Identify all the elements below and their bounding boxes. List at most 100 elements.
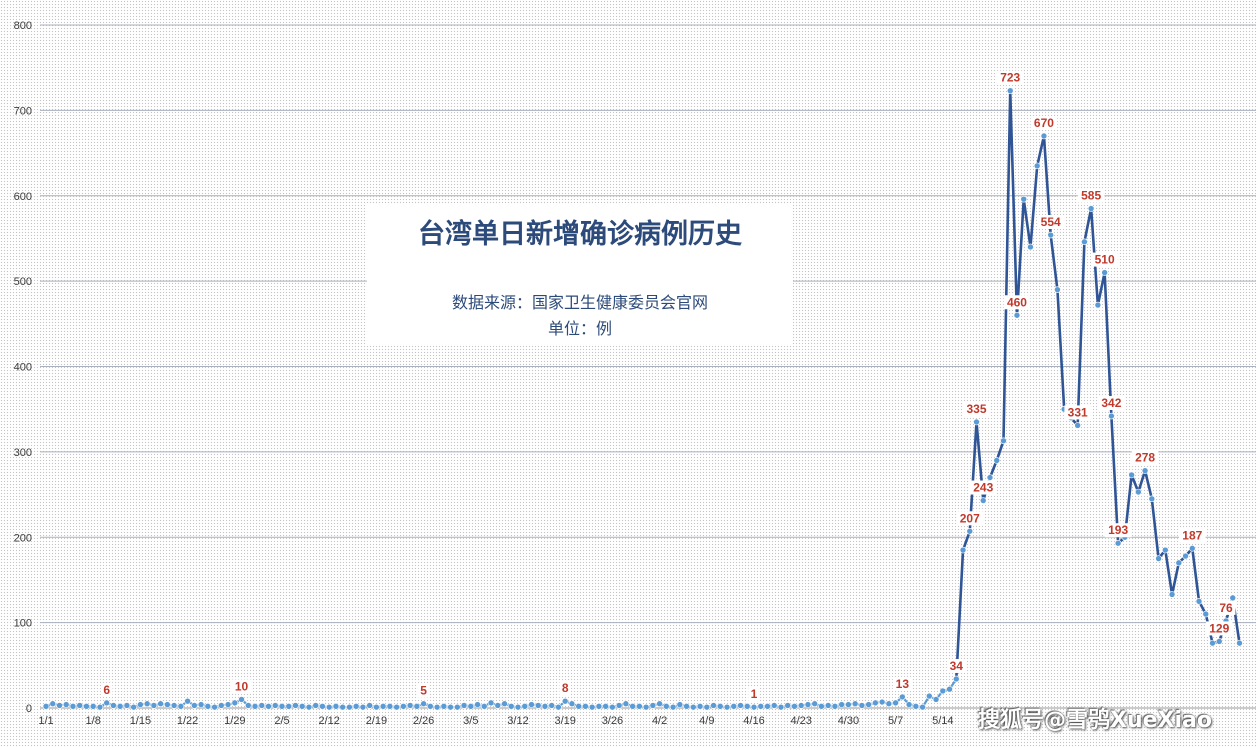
data-point <box>150 702 158 709</box>
x-tick-label: 3/26 <box>602 715 623 727</box>
data-point <box>663 702 670 710</box>
data-label: 76 <box>1219 601 1233 615</box>
data-point <box>561 697 569 705</box>
data-point <box>642 703 650 711</box>
x-tick-label: 3/12 <box>507 715 528 727</box>
data-point <box>966 527 974 535</box>
data-point <box>892 699 899 707</box>
data-point <box>1101 269 1108 276</box>
data-label: 460 <box>1007 295 1027 309</box>
data-point <box>629 702 636 710</box>
data-point <box>555 703 562 711</box>
data-point <box>1128 471 1135 479</box>
data-point <box>919 703 926 711</box>
data-point <box>1135 488 1142 496</box>
x-tick-label: 4/16 <box>743 715 764 727</box>
data-point <box>177 702 185 710</box>
data-point <box>83 702 90 710</box>
data-point <box>582 702 589 710</box>
x-tick-label: 2/19 <box>366 715 387 727</box>
data-point <box>514 703 522 711</box>
data-point <box>1182 552 1189 560</box>
data-point <box>1202 610 1210 618</box>
data-point <box>1236 639 1243 647</box>
data-point <box>1148 495 1156 503</box>
data-label: 187 <box>1182 528 1202 542</box>
x-tick-label: 5/14 <box>932 715 953 727</box>
data-point <box>191 702 198 709</box>
x-tick-label: 5/7 <box>888 715 903 727</box>
data-point <box>622 700 630 708</box>
data-point <box>636 702 643 710</box>
data-point <box>204 702 212 710</box>
data-point <box>1033 162 1041 170</box>
watermark: 搜狐号@雪鸮XueXiao <box>978 708 1213 733</box>
data-point <box>1094 301 1102 309</box>
data-point <box>197 701 205 708</box>
data-point <box>1006 87 1014 95</box>
data-point <box>211 703 218 711</box>
data-point <box>541 702 549 710</box>
data-point <box>1027 243 1034 251</box>
data-label: 670 <box>1034 116 1054 130</box>
data-point <box>110 702 117 709</box>
data-point <box>939 687 947 695</box>
x-tick-label: 4/30 <box>838 715 859 727</box>
x-tick-label: 1/1 <box>38 715 53 727</box>
data-label: 585 <box>1081 189 1101 203</box>
data-point <box>993 457 1001 464</box>
data-point <box>1081 238 1088 246</box>
data-point <box>332 702 340 710</box>
y-tick-label: 0 <box>26 703 32 715</box>
data-point <box>56 702 63 709</box>
data-point <box>656 700 663 708</box>
data-point <box>143 700 151 708</box>
y-tick-label: 400 <box>14 362 32 374</box>
y-tick-label: 500 <box>14 276 32 288</box>
data-point <box>467 702 475 710</box>
data-point <box>386 702 394 710</box>
data-point <box>366 702 373 709</box>
data-point <box>89 702 97 710</box>
y-tick-label: 100 <box>14 618 32 630</box>
data-point <box>1114 539 1122 547</box>
data-label: 34 <box>950 659 964 673</box>
data-point <box>791 702 798 710</box>
data-point <box>49 700 57 708</box>
data-point <box>62 701 70 708</box>
data-point <box>433 703 441 711</box>
data-point <box>285 702 293 710</box>
data-point <box>1155 555 1162 562</box>
x-tick-label: 2/5 <box>274 715 289 727</box>
data-point <box>845 701 852 708</box>
data-point <box>831 702 839 710</box>
data-point <box>858 702 866 709</box>
data-point <box>352 702 360 710</box>
data-point <box>609 703 616 711</box>
data-point <box>865 701 872 708</box>
data-point <box>649 702 657 709</box>
data-point <box>1162 546 1169 554</box>
data-point <box>218 702 225 709</box>
data-point <box>244 702 252 709</box>
data-point <box>420 700 427 708</box>
data-point <box>615 702 623 709</box>
data-point <box>703 703 711 711</box>
data-label: 278 <box>1135 451 1155 465</box>
data-point <box>292 702 299 709</box>
chart-title: 台湾单日新增确诊病例历史 <box>418 219 742 250</box>
data-point <box>1000 437 1007 445</box>
data-label: 1 <box>751 687 758 701</box>
data-label: 243 <box>973 481 993 495</box>
data-label: 335 <box>966 402 986 416</box>
data-point <box>501 700 508 708</box>
y-tick-label: 800 <box>14 20 32 32</box>
data-point <box>305 703 313 711</box>
data-point <box>669 703 677 711</box>
data-point <box>548 702 556 709</box>
data-point <box>325 703 333 711</box>
data-point <box>480 702 488 710</box>
data-point <box>1175 559 1183 567</box>
data-point <box>413 702 421 710</box>
data-point <box>710 702 717 709</box>
